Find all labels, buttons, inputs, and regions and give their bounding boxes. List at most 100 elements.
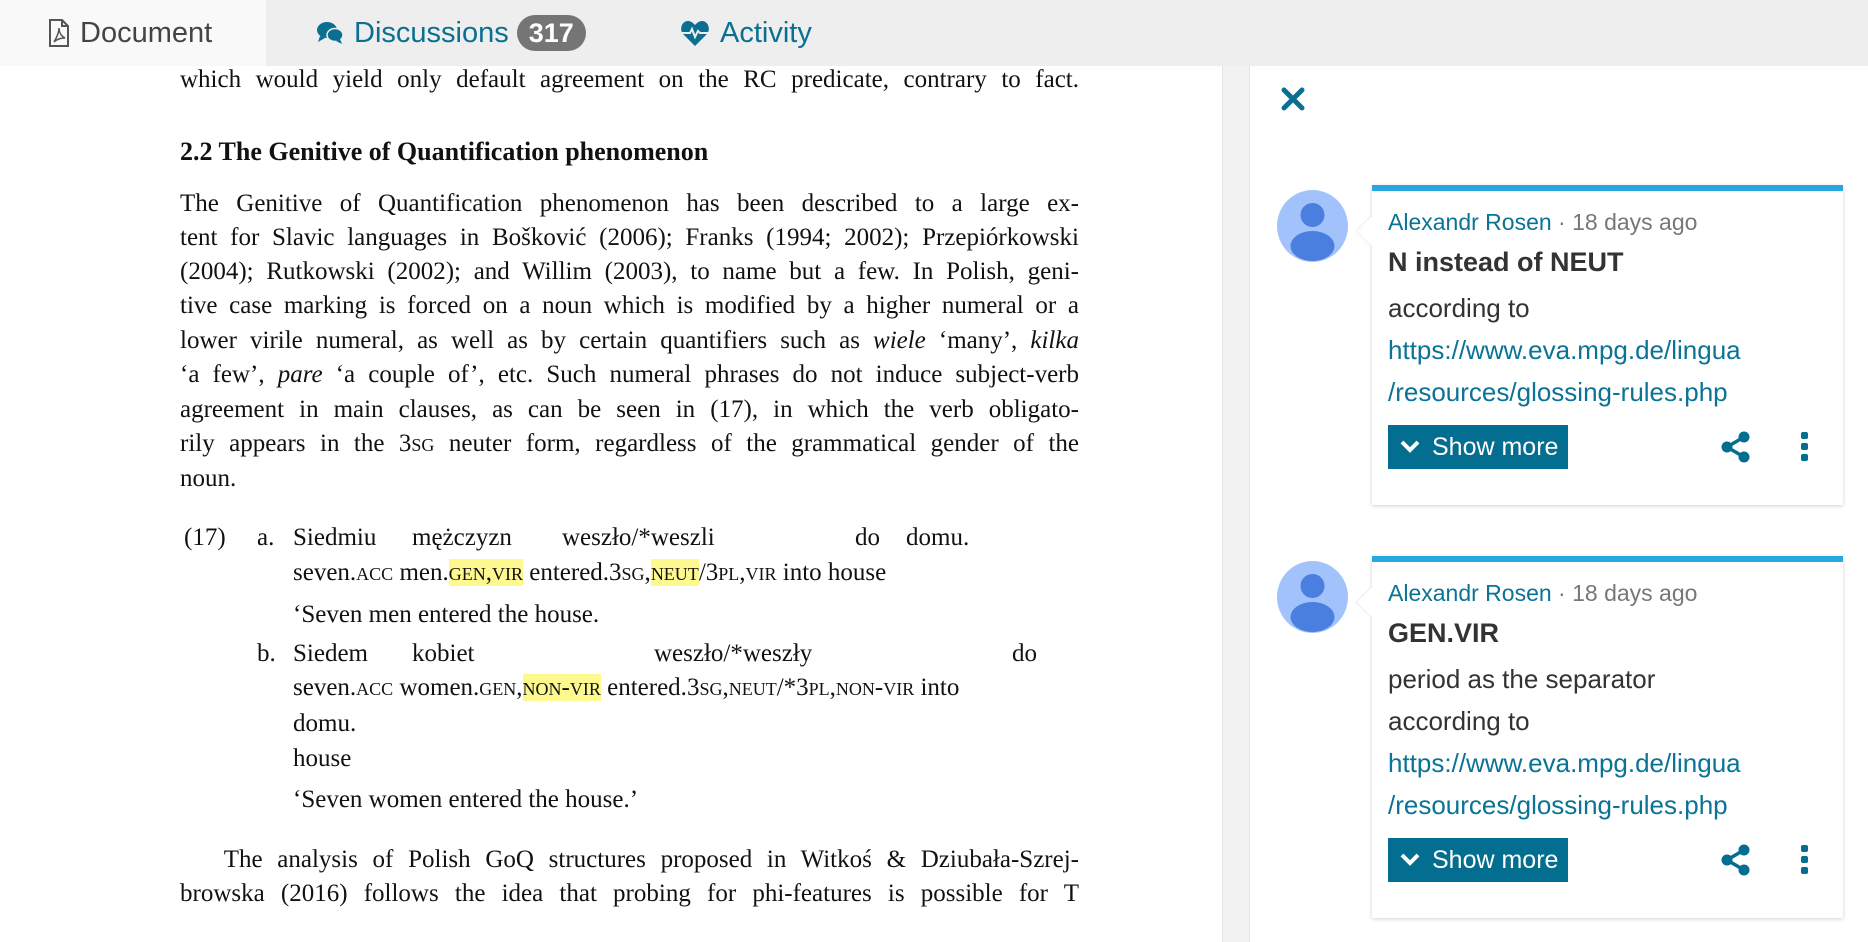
section-heading: 2.2 The Genitive of Quantification pheno… [180, 137, 709, 166]
comment-actions: Show more [1388, 425, 1827, 471]
text-line: lower virile numeral, as well as by cert… [180, 324, 1079, 358]
italic-word: wiele [873, 327, 926, 354]
tab-activity-label: Activity [720, 16, 812, 49]
comment-text: according to [1388, 293, 1530, 323]
text-segment: rily appears in the [180, 430, 399, 457]
comment-text: according to [1388, 706, 1530, 736]
gloss-segment: 3pl,non-vir [796, 674, 915, 701]
example-word: mężczyzn [412, 524, 512, 551]
comment-meta: Alexandr Rosen · 18 days ago [1388, 576, 1827, 610]
gloss-segment: into [914, 674, 960, 701]
pdf-file-icon [49, 19, 69, 47]
text-segment: ‘a few’, [180, 361, 278, 388]
highlighted-gloss[interactable]: neut [650, 559, 699, 586]
italic-word: pare [277, 361, 323, 388]
text-line: browska (2016) follows the idea that pro… [180, 880, 1079, 907]
more-options-icon[interactable] [1800, 431, 1810, 463]
author-name[interactable]: Alexandr Rosen [1388, 580, 1552, 606]
chevron-down-icon [1400, 440, 1420, 453]
gloss-segment: into house [776, 559, 887, 586]
share-icon[interactable] [1721, 844, 1751, 876]
text-segment: The Genitive of Quantification phenomeno… [180, 190, 1079, 217]
text-line: which would yield only default agreement… [180, 66, 1079, 93]
example-label-b: b. [257, 640, 276, 667]
translation: ‘Seven women entered the house.’ [293, 786, 639, 813]
gloss-segment: seven. [293, 674, 357, 701]
text-segment: agreement in main clauses, as can be see… [180, 396, 1079, 423]
heartbeat-icon [681, 20, 709, 46]
text-line: agreement in main clauses, as can be see… [180, 393, 1079, 427]
text-line: tent for Slavic languages in Bošković (2… [180, 221, 1079, 255]
timestamp: · 18 days ago [1551, 580, 1698, 606]
text-segment: tent for Slavic languages in Bošković (2… [180, 224, 1079, 251]
text-line: The Genitive of Quantification phenomeno… [180, 187, 1079, 221]
gloss-segment: women. [393, 674, 480, 701]
gloss-abbreviation: 3sg [398, 430, 435, 457]
author-name[interactable]: Alexandr Rosen [1388, 209, 1552, 235]
user-icon [1290, 203, 1335, 261]
text-line: (2004); Rutkowski (2002); and Willim (20… [180, 255, 1079, 289]
discussion-card: Alexandr Rosen · 18 days ago N instead o… [1372, 185, 1843, 505]
comment-text: period as the separator [1388, 664, 1656, 694]
example-word: weszło/*weszły [654, 640, 813, 667]
tab-bar: Document Discussions 317 Activity [0, 0, 1868, 66]
example-number: (17) [184, 524, 226, 551]
gloss-segment: / [698, 559, 706, 586]
example-word: do [1012, 640, 1037, 667]
show-more-button[interactable]: Show more [1388, 425, 1569, 469]
text-segment: neuter form, regardless of the grammatic… [434, 430, 1079, 457]
comment-link[interactable]: /resources/glossing-rules.php [1388, 784, 1827, 826]
gloss-segment: 3sg,neut [686, 674, 777, 701]
timestamp: · 18 days ago [1551, 209, 1698, 235]
translation: ‘Seven men entered the house. [293, 601, 600, 628]
close-icon[interactable] [1280, 86, 1306, 112]
tab-document-label: Document [80, 16, 213, 49]
highlighted-gloss[interactable]: non-vir [522, 674, 601, 701]
highlighted-gloss[interactable]: gen,vir [448, 559, 523, 586]
discussion-card: Alexandr Rosen · 18 days ago GEN.VIR per… [1372, 556, 1843, 918]
gloss-line: seven.acc women.gen,non-vir entered.3sg,… [293, 671, 959, 705]
show-more-label: Show more [1432, 432, 1559, 461]
example-word: weszło/*weszli [562, 524, 715, 551]
text-segment: ‘many’, [925, 327, 1031, 354]
comment-link[interactable]: https://www.eva.mpg.de/lingua [1388, 329, 1827, 371]
gloss-segment: entered. [522, 559, 610, 586]
comment-body: period as the separator according to https… [1388, 658, 1827, 826]
text-segment: noun. [180, 465, 237, 492]
text-line: ‘a few’, pare ‘a couple of’, etc. Such n… [180, 358, 1079, 392]
gloss-segment: entered. [600, 674, 687, 701]
comment-title: GEN.VIR [1388, 618, 1500, 648]
share-icon[interactable] [1721, 431, 1751, 463]
example-word: Siedmiu [293, 524, 377, 551]
show-more-button[interactable]: Show more [1388, 838, 1569, 882]
text-line: noun. [180, 462, 1079, 496]
comment-link[interactable]: /resources/glossing-rules.php [1388, 371, 1827, 413]
example-word: kobiet [412, 640, 475, 667]
example-word: Siedem [293, 640, 368, 667]
document-viewer: which would yield only default agreement… [0, 66, 1222, 942]
gloss-segment: 3sg, [609, 559, 651, 586]
comments-icon [317, 22, 344, 44]
avatar[interactable] [1277, 561, 1348, 633]
comment-title: N instead of NEUT [1388, 247, 1624, 277]
user-icon [1290, 574, 1335, 632]
italic-word: kilka [1030, 327, 1079, 354]
more-options-icon[interactable] [1800, 844, 1810, 876]
text-line: tive case marking is forced on a noun wh… [180, 289, 1079, 323]
gloss-line: seven.acc men.gen,vir entered.3sg,neut/3… [293, 556, 886, 590]
example-word: domu. [293, 710, 357, 737]
tab-activity[interactable]: Activity [680, 0, 812, 66]
gloss-segment: 3pl,vir [705, 559, 777, 586]
pane-divider[interactable] [1222, 66, 1250, 942]
comment-meta: Alexandr Rosen · 18 days ago [1388, 205, 1827, 239]
tab-discussions[interactable]: Discussions 317 [316, 0, 586, 66]
gloss-segment: men. [393, 559, 449, 586]
chevron-down-icon [1400, 853, 1420, 866]
comment-link[interactable]: https://www.eva.mpg.de/lingua [1388, 742, 1827, 784]
example-label-a: a. [257, 524, 275, 551]
example-word: do [855, 524, 880, 551]
avatar[interactable] [1277, 190, 1348, 262]
gloss-word: house [293, 745, 352, 772]
tab-document[interactable]: Document [0, 0, 266, 66]
gloss-segment: seven. [293, 559, 357, 586]
